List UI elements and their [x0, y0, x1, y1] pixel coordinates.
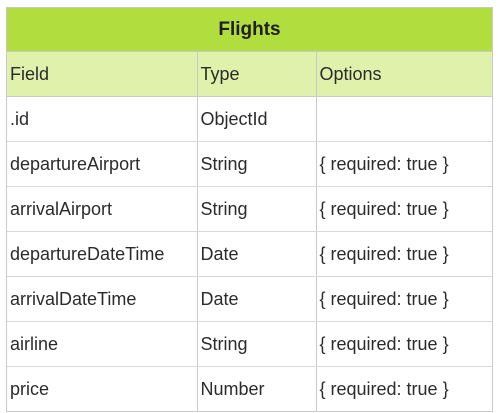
cell-type: Date	[197, 231, 317, 277]
table-title: Flights	[7, 8, 492, 52]
flights-schema-table: Flights Field Type Options .id ObjectId …	[7, 8, 492, 411]
table-row: price Number { required: true }	[7, 366, 492, 411]
cell-options: { required: true }	[316, 366, 492, 411]
header-options: Options	[316, 51, 492, 97]
cell-type: Number	[197, 366, 317, 411]
cell-options: { required: true }	[316, 321, 492, 367]
cell-options: { required: true }	[316, 231, 492, 277]
cell-field: departureDateTime	[7, 231, 198, 277]
header-type: Type	[197, 51, 317, 97]
cell-field: arrivalDateTime	[7, 276, 198, 322]
header-field: Field	[7, 51, 198, 97]
cell-field: departureAirport	[7, 141, 198, 187]
cell-options: { required: true }	[316, 141, 492, 187]
table-row: .id ObjectId	[7, 96, 492, 142]
table-row: departureDateTime Date { required: true …	[7, 231, 492, 277]
cell-options: { required: true }	[316, 186, 492, 232]
cell-options	[316, 96, 492, 142]
table-header-row: Field Type Options	[7, 51, 492, 97]
cell-type: ObjectId	[197, 96, 317, 142]
cell-type: Date	[197, 276, 317, 322]
cell-type: String	[197, 141, 317, 187]
table-row: arrivalDateTime Date { required: true }	[7, 276, 492, 322]
table-row: arrivalAirport String { required: true }	[7, 186, 492, 232]
schema-table-container: Flights Field Type Options .id ObjectId …	[6, 7, 493, 412]
cell-options: { required: true }	[316, 276, 492, 322]
cell-field: arrivalAirport	[7, 186, 198, 232]
table-title-row: Flights	[7, 8, 492, 52]
cell-field: airline	[7, 321, 198, 367]
cell-field: price	[7, 366, 198, 411]
table-row: departureAirport String { required: true…	[7, 141, 492, 187]
cell-type: String	[197, 321, 317, 367]
table-row: airline String { required: true }	[7, 321, 492, 367]
cell-type: String	[197, 186, 317, 232]
cell-field: .id	[7, 96, 198, 142]
